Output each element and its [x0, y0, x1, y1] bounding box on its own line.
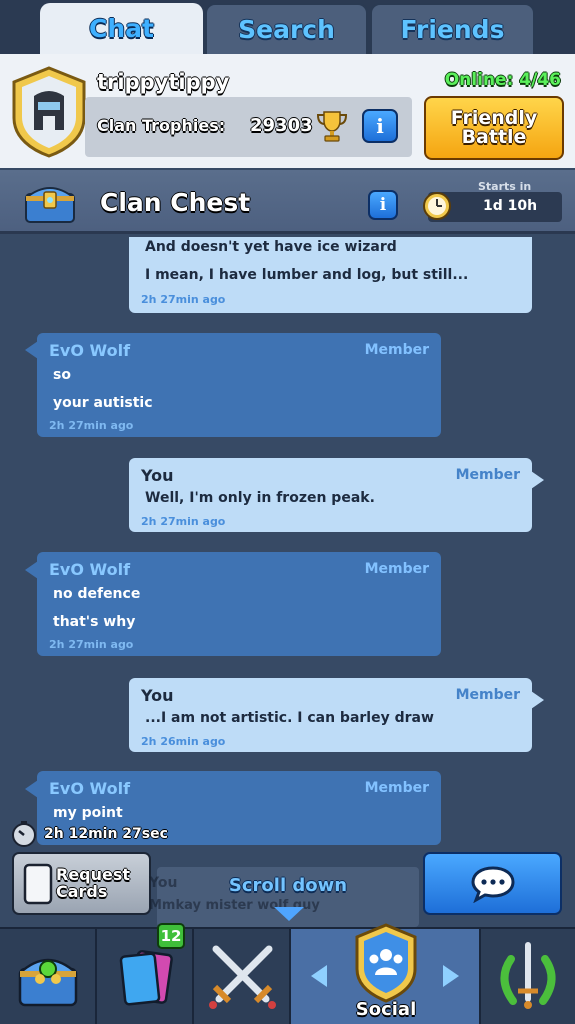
tab-bar: Chat Search Friends [0, 0, 575, 54]
nav-social[interactable]: Social [291, 923, 481, 1024]
request-cards-button[interactable]: Request Cards [12, 852, 151, 915]
tab-friends[interactable]: Friends [370, 3, 535, 54]
clan-trophies-panel: Clan Trophies: 29303 i [85, 97, 412, 157]
clan-chest-info-button[interactable]: i [368, 190, 398, 220]
message-text: your autistic [53, 395, 153, 411]
message-text: so [53, 367, 71, 383]
message-text: I mean, I have lumber and log, but still… [145, 267, 469, 283]
clan-badge-icon[interactable] [10, 66, 88, 158]
chest-icon[interactable] [22, 178, 78, 226]
message-timestamp: 2h 27min ago [49, 638, 134, 651]
message-text: that's why [53, 614, 136, 630]
chat-message: EvO Wolf Member so your autistic 2h 27mi… [37, 333, 441, 437]
message-role: Member [364, 342, 429, 358]
nav-battle[interactable] [194, 929, 291, 1024]
chest-nav-icon [18, 958, 78, 1007]
message-text: my point [53, 805, 123, 821]
message-role: Member [455, 687, 520, 703]
nav-social-label: Social [355, 999, 417, 1020]
message-timestamp: 2h 27min ago [141, 293, 226, 306]
nav-tournaments[interactable] [481, 929, 575, 1024]
clan-trophies-value: 29303 [250, 115, 313, 136]
request-cards-label: Request Cards [56, 865, 131, 901]
clan-trophies-label: Clan Trophies: [97, 116, 226, 135]
message-role: Member [364, 780, 429, 796]
message-author[interactable]: EvO Wolf [49, 560, 130, 579]
message-timestamp: 2h 27min ago [49, 419, 134, 432]
clan-info-button[interactable]: i [362, 109, 398, 143]
request-countdown: 2h 12min 27sec [10, 820, 170, 848]
message-author[interactable]: EvO Wolf [49, 341, 130, 360]
starts-in-value: 1d 10h [483, 198, 538, 214]
trophy-icon [316, 111, 348, 142]
chat-message: And doesn't yet have ice wizard I mean, … [129, 237, 532, 313]
bottom-navigation: 12 Social [0, 923, 575, 1024]
message-text: no defence [53, 586, 141, 602]
clock-icon [423, 192, 451, 220]
nav-cards[interactable]: 12 [97, 923, 194, 1024]
message-text: And doesn't yet have ice wizard [145, 239, 397, 255]
tab-chat[interactable]: Chat [40, 3, 203, 54]
clan-name: trippytippy [97, 70, 230, 94]
cards-count-badge: 12 [157, 923, 185, 949]
chat-message: You Member Well, I'm only in frozen peak… [129, 458, 532, 532]
online-count: Online: 4/46 [444, 70, 561, 90]
write-message-button[interactable] [423, 852, 562, 915]
scroll-down-label: Scroll down [228, 875, 348, 896]
clan-chest-title: Clan Chest [100, 188, 251, 217]
message-author[interactable]: You [141, 466, 174, 485]
message-role: Member [364, 561, 429, 577]
message-author[interactable]: EvO Wolf [49, 779, 130, 798]
battle-swords-icon [209, 945, 276, 1009]
nav-shop[interactable] [0, 929, 97, 1024]
clan-header: trippytippy Online: 4/46 Clan Trophies: … [0, 54, 575, 168]
message-author[interactable]: You [141, 686, 174, 705]
starts-in-label: Starts in [478, 180, 532, 193]
chat-message: EvO Wolf Member no defence that's why 2h… [37, 552, 441, 656]
message-timestamp: 2h 27min ago [141, 515, 226, 528]
tournament-icon [500, 942, 556, 1009]
message-timestamp: 2h 26min ago [141, 735, 226, 748]
friendly-battle-button[interactable]: Friendly Battle [424, 96, 564, 160]
tab-search[interactable]: Search [205, 3, 368, 54]
chat-message: You Member ...I am not artistic. I can b… [129, 678, 532, 752]
message-text: ...I am not artistic. I can barley draw [145, 710, 434, 726]
message-role: Member [455, 467, 520, 483]
stopwatch-icon [12, 821, 36, 847]
card-icon [23, 863, 53, 905]
message-text: Well, I'm only in frozen peak. [145, 490, 375, 506]
countdown-text: 2h 12min 27sec [44, 826, 168, 842]
speech-bubble-icon [470, 865, 515, 903]
bubble-tail [531, 471, 544, 489]
bubble-tail [531, 691, 544, 709]
